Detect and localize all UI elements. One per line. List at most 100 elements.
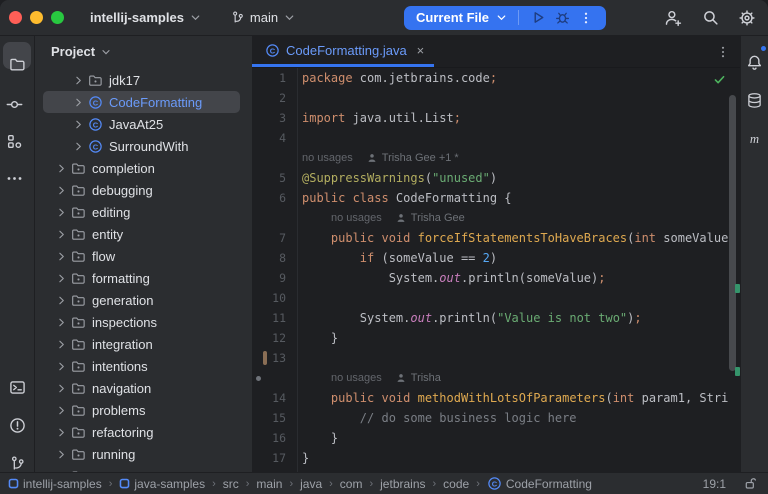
caret-position[interactable]: 19:1: [703, 477, 726, 491]
search-button[interactable]: [701, 9, 719, 27]
chevron-right-icon[interactable]: [55, 448, 68, 461]
tree-item-generation[interactable]: generation: [43, 289, 240, 311]
tree-item-running[interactable]: running: [43, 443, 240, 465]
maven-tool-button[interactable]: m: [744, 123, 766, 143]
line-number[interactable]: 11: [252, 308, 286, 328]
chevron-right-icon[interactable]: [55, 228, 68, 241]
tree-item-CodeFormatting[interactable]: CCodeFormatting: [43, 91, 240, 113]
line-number[interactable]: 5: [252, 168, 286, 188]
chevron-right-icon[interactable]: [55, 250, 68, 263]
vcs-change-stripe-mark[interactable]: [735, 284, 740, 293]
line-number[interactable]: 17: [252, 448, 286, 468]
author-hint[interactable]: Trisha Gee +1 *: [367, 148, 459, 168]
author-hint[interactable]: Trisha: [396, 368, 441, 388]
chevron-right-icon[interactable]: [55, 404, 68, 417]
tree-item-editing[interactable]: editing: [43, 201, 240, 223]
breadcrumb-item-main[interactable]: main: [256, 477, 282, 491]
more-run-options-button[interactable]: [574, 6, 598, 30]
editor-scrollbar[interactable]: [729, 95, 736, 371]
breadcrumb-item-intellij-samples[interactable]: intellij-samples: [8, 477, 102, 491]
breadcrumb-item-java[interactable]: java: [300, 477, 322, 491]
usages-hint[interactable]: no usages: [331, 208, 382, 228]
tree-item-entity[interactable]: entity: [43, 223, 240, 245]
line-number[interactable]: 4: [252, 128, 286, 148]
tree-item-problems[interactable]: problems: [43, 399, 240, 421]
tree-item-JavaAt25[interactable]: CJavaAt25: [43, 113, 240, 135]
breadcrumb-item-src[interactable]: src: [223, 477, 239, 491]
breadcrumb-item-java-samples[interactable]: java-samples: [119, 477, 205, 491]
tree-item-partial[interactable]: [43, 465, 240, 472]
breadcrumb-item-code[interactable]: code: [443, 477, 469, 491]
tree-item-formatting[interactable]: formatting: [43, 267, 240, 289]
commit-tool-button[interactable]: [3, 86, 25, 106]
project-panel-header[interactable]: Project: [35, 36, 252, 67]
tree-item-inspections[interactable]: inspections: [43, 311, 240, 333]
editor-options-button[interactable]: [716, 45, 730, 59]
tree-item-completion[interactable]: completion: [43, 157, 240, 179]
tree-item-integration[interactable]: integration: [43, 333, 240, 355]
chevron-right-icon[interactable]: [55, 360, 68, 373]
chevron-right-icon[interactable]: [72, 140, 85, 153]
terminal-tool-button[interactable]: [6, 368, 28, 388]
close-window-button[interactable]: [9, 11, 22, 24]
breadcrumb-item-com[interactable]: com: [340, 477, 363, 491]
chevron-right-icon[interactable]: [55, 316, 68, 329]
zoom-window-button[interactable]: [51, 11, 64, 24]
tree-item-intentions[interactable]: intentions: [43, 355, 240, 377]
chevron-right-icon[interactable]: [55, 294, 68, 307]
tree-item-jdk17[interactable]: jdk17: [43, 69, 240, 91]
line-number[interactable]: 6: [252, 188, 286, 208]
inlay-hint[interactable]: no usages Trisha Gee: [252, 208, 740, 228]
line-number[interactable]: 10: [252, 288, 286, 308]
line-number[interactable]: 14: [252, 388, 286, 408]
tree-item-refactoring[interactable]: refactoring: [43, 421, 240, 443]
notifications-tool-button[interactable]: [744, 47, 766, 67]
author-hint[interactable]: Trisha Gee: [396, 208, 465, 228]
unlock-icon[interactable]: [743, 476, 758, 491]
tab-codeformatting-java[interactable]: C CodeFormatting.java ×: [252, 36, 434, 67]
close-tab-icon[interactable]: ×: [417, 43, 425, 58]
chevron-right-icon[interactable]: [55, 206, 68, 219]
chevron-right-icon[interactable]: [72, 74, 85, 87]
settings-button[interactable]: [738, 9, 756, 27]
project-tree[interactable]: jdk17CCodeFormattingCJavaAt25CSurroundWi…: [35, 67, 252, 472]
tree-item-navigation[interactable]: navigation: [43, 377, 240, 399]
chevron-right-icon[interactable]: [55, 382, 68, 395]
add-user-button[interactable]: [664, 9, 682, 27]
minimize-window-button[interactable]: [30, 11, 43, 24]
line-number[interactable]: 2: [252, 88, 286, 108]
project-selector[interactable]: intellij-samples: [84, 6, 208, 29]
run-button[interactable]: [526, 6, 550, 30]
inspections-ok-check-icon[interactable]: [713, 73, 726, 86]
tree-item-debugging[interactable]: debugging: [43, 179, 240, 201]
line-number[interactable]: 12: [252, 328, 286, 348]
vcs-changed-lines-marker[interactable]: [263, 351, 267, 365]
more-tool-button[interactable]: [3, 160, 25, 180]
tree-item-SurroundWith[interactable]: CSurroundWith: [43, 135, 240, 157]
version-control-tool-button[interactable]: [6, 444, 28, 464]
chevron-right-icon[interactable]: [72, 96, 85, 109]
chevron-right-icon[interactable]: [55, 272, 68, 285]
line-number[interactable]: 16: [252, 428, 286, 448]
line-number[interactable]: 7: [252, 228, 286, 248]
structure-tool-button[interactable]: [3, 123, 25, 143]
line-number[interactable]: 13: [252, 348, 286, 368]
usages-hint[interactable]: no usages: [302, 148, 353, 168]
chevron-right-icon[interactable]: [55, 426, 68, 439]
usages-hint[interactable]: no usages: [331, 368, 382, 388]
line-number[interactable]: 3: [252, 108, 286, 128]
project-tool-button[interactable]: [3, 42, 31, 69]
branch-selector[interactable]: main: [224, 6, 302, 29]
run-configuration-selector[interactable]: Current File: [416, 10, 508, 25]
chevron-right-icon[interactable]: [55, 184, 68, 197]
breadcrumb-item-CodeFormatting[interactable]: CCodeFormatting: [487, 476, 592, 491]
line-number[interactable]: 15: [252, 408, 286, 428]
chevron-right-icon[interactable]: [55, 162, 68, 175]
code-editor[interactable]: 1package com.jetbrains.code;23import jav…: [252, 68, 740, 472]
debug-button[interactable]: [550, 6, 574, 30]
database-tool-button[interactable]: [744, 85, 766, 105]
line-number[interactable]: 8: [252, 248, 286, 268]
breadcrumb-item-jetbrains[interactable]: jetbrains: [380, 477, 425, 491]
vcs-change-stripe-mark[interactable]: [735, 367, 740, 376]
inlay-hint[interactable]: no usages Trisha: [252, 368, 740, 388]
